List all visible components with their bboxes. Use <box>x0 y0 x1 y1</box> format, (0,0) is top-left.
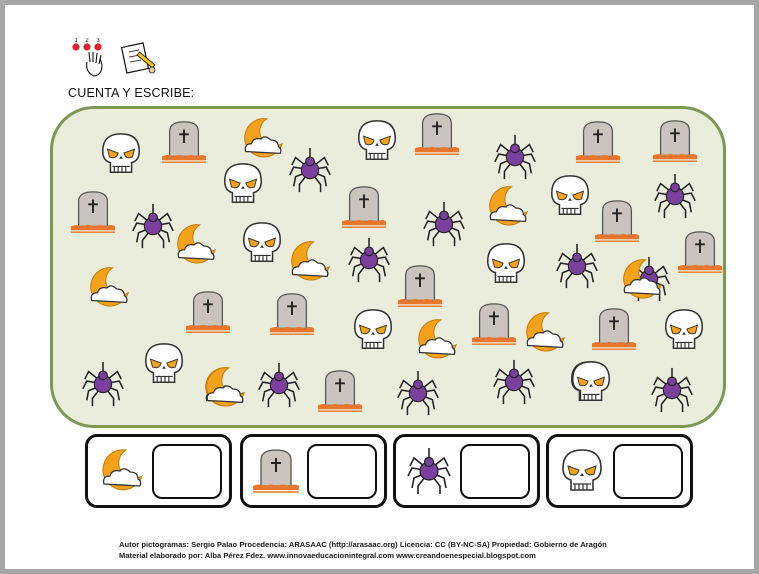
credits-line-2: Material elaborado por: Alba Pérez Fdez.… <box>119 551 536 560</box>
tombstone-pictogram <box>340 183 388 231</box>
credit-label: Autor pictogramas: <box>119 540 190 549</box>
skull-pictogram <box>140 340 188 388</box>
spider-pictogram <box>79 360 127 408</box>
spider-pictogram <box>345 236 393 284</box>
spider-pictogram <box>651 172 699 220</box>
spider-pictogram <box>553 242 601 290</box>
credit-value: ARASAAC (http://arasaac.org) <box>288 540 398 549</box>
skull-pictogram <box>238 219 286 267</box>
moon-pictogram <box>617 256 665 304</box>
skull-pictogram <box>660 306 708 354</box>
credit-value: Sergio Palao <box>191 540 238 549</box>
tombstone-icon <box>251 445 301 497</box>
skull-pictogram <box>546 172 594 220</box>
spider-pictogram <box>129 202 177 250</box>
spider-pictogram <box>490 358 538 406</box>
skull-pictogram <box>349 306 397 354</box>
tombstone-pictogram <box>593 197 641 245</box>
spider-pictogram <box>491 133 539 181</box>
answer-write-field[interactable] <box>460 444 530 499</box>
credit-label: Licencia: <box>399 540 433 549</box>
answer-write-field[interactable] <box>307 444 377 499</box>
spider-pictogram <box>255 361 303 409</box>
credit-value: Gobierno de Aragón <box>533 540 607 549</box>
spider-pictogram <box>648 366 696 414</box>
skull-pictogram <box>97 130 145 178</box>
tombstone-pictogram <box>651 117 699 165</box>
moon-icon <box>96 445 146 497</box>
spider-pictogram <box>420 200 468 248</box>
tombstone-pictogram <box>268 290 316 338</box>
answer-box-tombstone <box>240 434 387 508</box>
answer-box-skull <box>546 434 693 508</box>
moon-pictogram <box>412 316 460 364</box>
moon-pictogram <box>171 221 219 269</box>
moon-pictogram <box>285 238 333 286</box>
moon-pictogram <box>200 364 248 412</box>
credits-line-1: Autor pictogramas: Sergio Palao Proceden… <box>119 539 607 550</box>
tombstone-pictogram <box>676 228 724 276</box>
tombstone-pictogram <box>396 262 444 310</box>
tombstone-pictogram <box>69 188 117 236</box>
tombstone-pictogram <box>184 288 232 336</box>
credit-value: CC (BY-NC-SA) <box>434 540 490 549</box>
credit-label: Propiedad: <box>491 540 532 549</box>
spider-icon <box>404 445 454 497</box>
spider-pictogram <box>286 146 334 194</box>
moon-pictogram <box>520 309 568 357</box>
skull-pictogram <box>353 117 401 165</box>
moon-pictogram <box>84 264 132 312</box>
credits-footer: Autor pictogramas: Sergio Palao Proceden… <box>119 539 607 561</box>
tombstone-pictogram <box>590 305 638 353</box>
tombstone-pictogram <box>413 110 461 158</box>
skull-pictogram <box>219 160 267 208</box>
moon-pictogram <box>483 183 531 231</box>
skull-pictogram <box>567 358 615 406</box>
answer-box-spider <box>393 434 540 508</box>
tombstone-pictogram <box>160 118 208 166</box>
answer-write-field[interactable] <box>613 444 683 499</box>
tombstone-pictogram <box>316 367 364 415</box>
skull-icon <box>557 445 607 497</box>
spider-pictogram <box>394 369 442 417</box>
tombstone-pictogram <box>574 118 622 166</box>
moon-pictogram <box>238 115 286 163</box>
credit-label: Procedencia: <box>239 540 288 549</box>
answer-box-moon <box>85 434 232 508</box>
answer-write-field[interactable] <box>152 444 222 499</box>
skull-pictogram <box>482 240 530 288</box>
tombstone-pictogram <box>470 300 518 348</box>
